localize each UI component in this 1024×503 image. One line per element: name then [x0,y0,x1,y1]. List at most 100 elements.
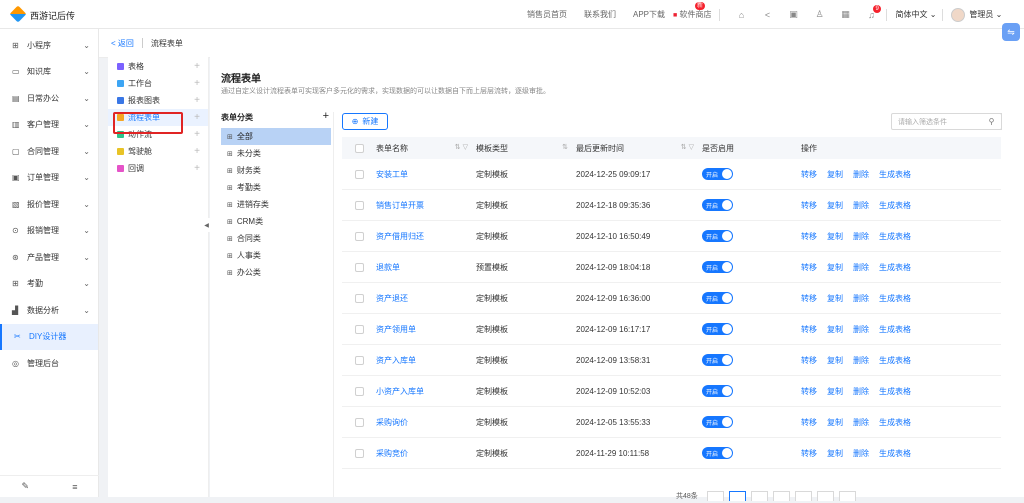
enabled-toggle[interactable]: 开启 [702,447,733,459]
add-icon[interactable]: + [194,163,200,174]
form-name-link[interactable]: 资产入库单 [376,356,416,365]
delete-link[interactable]: 删除 [853,449,869,458]
prev-page-button[interactable] [706,491,724,501]
transfer-link[interactable]: 转移 [801,449,817,458]
module-item-table[interactable]: 表格 + [108,58,208,75]
copy-link[interactable]: 复制 [827,170,843,179]
enabled-toggle[interactable]: 开启 [702,354,733,366]
new-button[interactable]: ⊕ 新建 [342,113,388,130]
category-item[interactable]: ⊞ 考勤类 [221,179,331,196]
generate-table-link[interactable]: 生成表格 [879,232,911,241]
category-item[interactable]: ⊞ 办公类 [221,264,331,281]
transfer-link[interactable]: 转移 [801,294,817,303]
category-item[interactable]: ⊞ 全部 [221,128,331,145]
topnav-sales-home[interactable]: 销售员首页 [527,9,567,20]
sidebar-item-attendance[interactable]: ⊞ 考勤 ⌄ [0,271,98,298]
sidebar-item-analytics[interactable]: ▟ 数据分析 ⌄ [0,297,98,324]
row-checkbox[interactable] [354,355,364,365]
next-page-button[interactable] [838,491,856,501]
copy-link[interactable]: 复制 [827,294,843,303]
share-icon[interactable]: < [754,10,780,20]
form-name-link[interactable]: 采购竞价 [376,449,408,458]
enabled-toggle[interactable]: 开启 [702,199,733,211]
copy-link[interactable]: 复制 [827,418,843,427]
shirt-icon[interactable]: ♙ [806,9,832,20]
back-link[interactable]: < 返回 [111,38,134,49]
sidebar-item-product[interactable]: ⊛ 产品管理 ⌄ [0,244,98,271]
add-icon[interactable]: + [194,146,200,157]
module-item-cockpit[interactable]: 驾驶舱 + [108,143,208,160]
copy-link[interactable]: 复制 [827,356,843,365]
form-name-link[interactable]: 小资产入库单 [376,387,424,396]
category-item[interactable]: ⊞ 财务类 [221,162,331,179]
category-item[interactable]: ⊞ 未分类 [221,145,331,162]
row-checkbox[interactable] [354,200,364,210]
generate-table-link[interactable]: 生成表格 [879,201,911,210]
category-item[interactable]: ⊞ 合同类 [221,230,331,247]
page-button[interactable] [794,491,812,501]
form-name-link[interactable]: 资产借用归还 [376,232,424,241]
copy-link[interactable]: 复制 [827,263,843,272]
row-checkbox[interactable] [354,448,364,458]
add-icon[interactable]: + [194,95,200,106]
sidebar-item-admin[interactable]: ◎ 管理后台 [0,350,98,377]
delete-link[interactable]: 删除 [853,325,869,334]
row-checkbox[interactable] [354,417,364,427]
page-button[interactable] [816,491,834,501]
module-item-workbench[interactable]: 工作台 + [108,75,208,92]
search-icon[interactable]: ⚲ [982,113,1002,130]
delete-link[interactable]: 删除 [853,170,869,179]
generate-table-link[interactable]: 生成表格 [879,294,911,303]
generate-table-link[interactable]: 生成表格 [879,170,911,179]
transfer-link[interactable]: 转移 [801,201,817,210]
form-name-link[interactable]: 资产领用单 [376,325,416,334]
sidebar-item-diy[interactable]: ✂ DIY设计器 [0,323,98,350]
document-icon[interactable]: ▣ [780,9,806,20]
form-name-link[interactable]: 退款单 [376,263,400,272]
form-name-link[interactable]: 安装工单 [376,170,408,179]
sidebar-item-customer[interactable]: ▥ 客户管理 ⌄ [0,112,98,139]
form-name-link[interactable]: 销售订单开票 [376,201,424,210]
enabled-toggle[interactable]: 开启 [702,323,733,335]
sidebar-item-order[interactable]: ▣ 订单管理 ⌄ [0,165,98,192]
copy-link[interactable]: 复制 [827,325,843,334]
generate-table-link[interactable]: 生成表格 [879,356,911,365]
bell-icon[interactable]: ♫ 9 [858,4,884,20]
add-icon[interactable]: + [194,129,200,140]
transfer-link[interactable]: 转移 [801,387,817,396]
generate-table-link[interactable]: 生成表格 [879,387,911,396]
add-category-icon[interactable]: + [323,110,329,122]
generate-table-link[interactable]: 生成表格 [879,449,911,458]
generate-table-link[interactable]: 生成表格 [879,263,911,272]
user-menu[interactable]: 管理员 ⌄ [969,9,1002,20]
copy-link[interactable]: 复制 [827,449,843,458]
row-checkbox[interactable] [354,293,364,303]
row-checkbox[interactable] [354,324,364,334]
transfer-link[interactable]: 转移 [801,170,817,179]
add-icon[interactable]: + [194,61,200,72]
transfer-link[interactable]: 转移 [801,325,817,334]
row-checkbox[interactable] [354,386,364,396]
row-checkbox[interactable] [354,231,364,241]
topnav-contact[interactable]: 联系我们 [584,9,616,20]
enabled-toggle[interactable]: 开启 [702,261,733,273]
topnav-store[interactable]: ■ 软件商店 新 [673,2,711,20]
delete-link[interactable]: 删除 [853,232,869,241]
module-item-report[interactable]: 报表图表 + [108,92,208,109]
delete-link[interactable]: 删除 [853,201,869,210]
avatar[interactable] [951,7,966,22]
page-button[interactable] [772,491,790,501]
collapse-menu-icon[interactable]: ≡ [72,482,77,492]
form-name-link[interactable]: 采购询价 [376,418,408,427]
sort-icon[interactable]: ⇅ [562,143,568,151]
delete-link[interactable]: 删除 [853,263,869,272]
delete-link[interactable]: 删除 [853,294,869,303]
transfer-link[interactable]: 转移 [801,232,817,241]
float-action-button[interactable]: ⇋ [1002,23,1020,41]
sidebar-item-office[interactable]: ▤ 日常办公 ⌄ [0,85,98,112]
transfer-link[interactable]: 转移 [801,418,817,427]
add-icon[interactable]: + [194,78,200,89]
sidebar-item-knowledge[interactable]: ▭ 知识库 ⌄ [0,59,98,86]
generate-table-link[interactable]: 生成表格 [879,325,911,334]
page-button[interactable] [728,491,746,501]
